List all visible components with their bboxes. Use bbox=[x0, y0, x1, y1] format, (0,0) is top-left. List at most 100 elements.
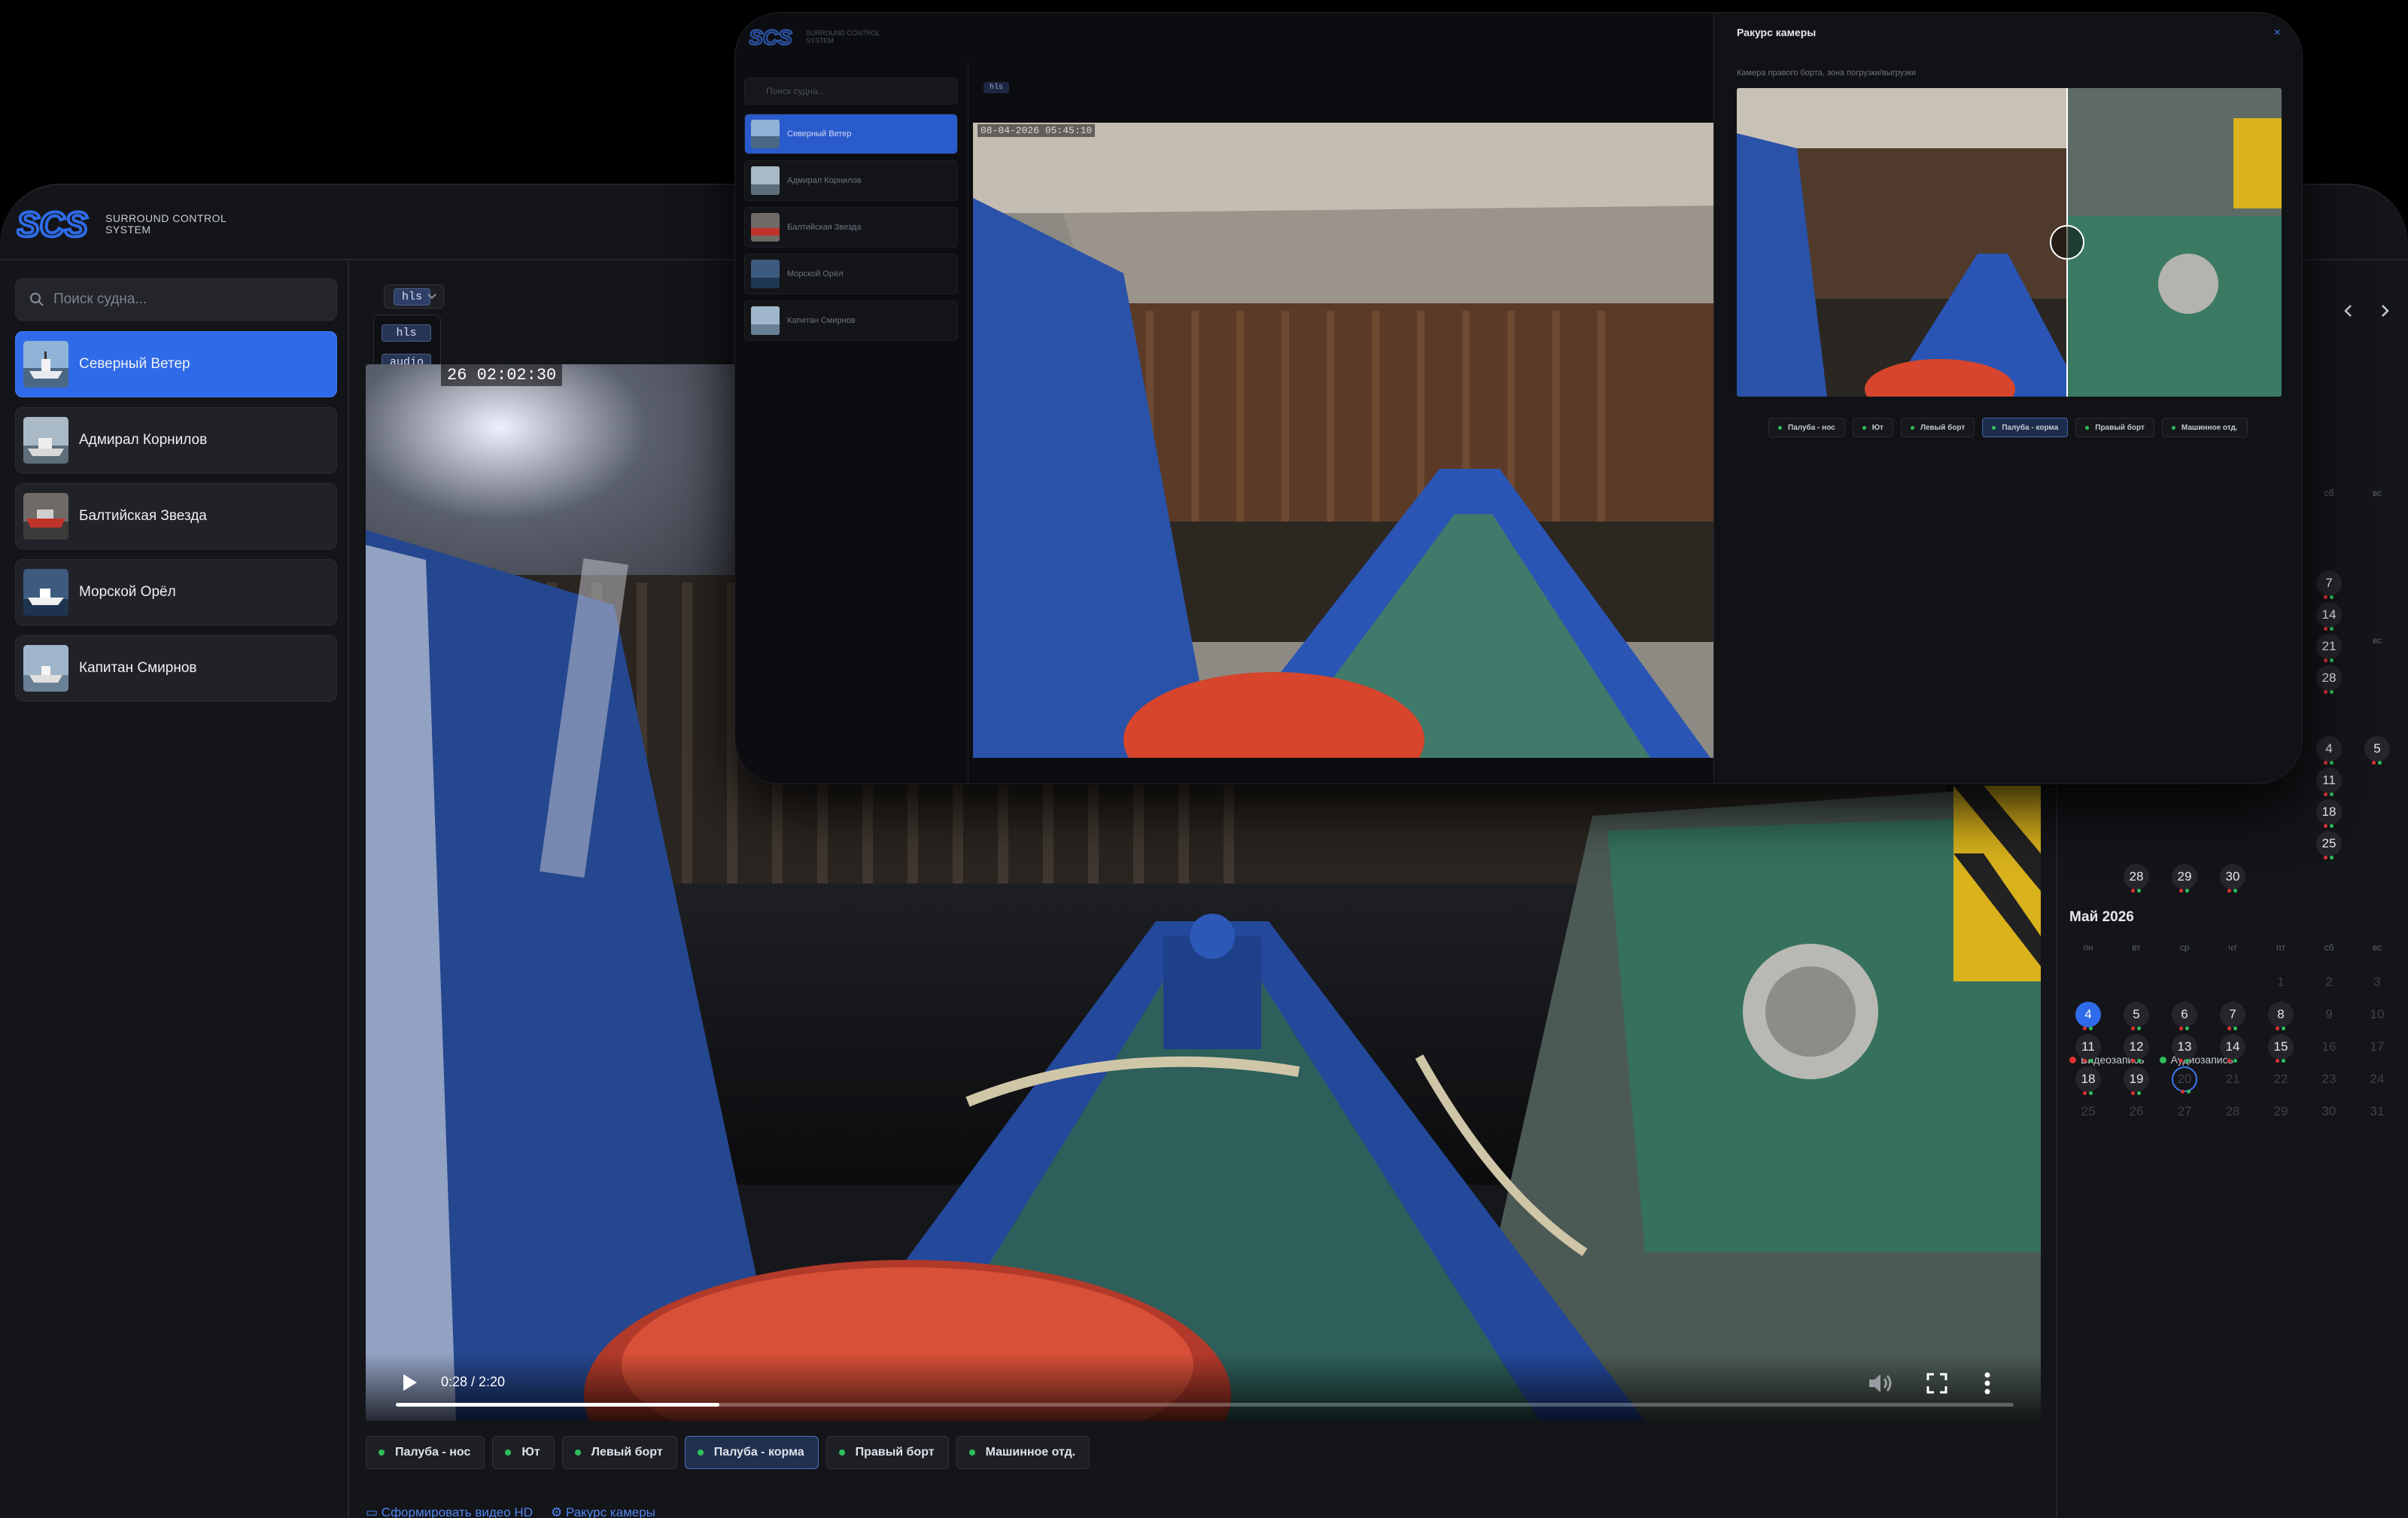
calendar-day[interactable]: 12 bbox=[2124, 1034, 2149, 1063]
overlay-sidebar: Поиск судна... Северный Ветер Адмирал Ко… bbox=[735, 61, 968, 783]
calendar-day[interactable]: 17 bbox=[2364, 1034, 2390, 1060]
modal-camera-engine-room[interactable]: Машинное отд. bbox=[2161, 418, 2248, 437]
overlay-vessel-item[interactable]: Балтийская Звезда bbox=[744, 207, 958, 248]
progress-fill bbox=[396, 1403, 719, 1407]
chevron-left-icon[interactable] bbox=[2337, 300, 2360, 322]
calendar-day[interactable]: 2 bbox=[2316, 969, 2342, 995]
calendar-day[interactable]: 7 bbox=[2220, 1002, 2245, 1030]
modal-camera-port[interactable]: Левый борт bbox=[1900, 418, 1975, 437]
calendar-day[interactable]: 5 bbox=[2364, 736, 2390, 765]
camera-button-starboard[interactable]: Правый борт bbox=[825, 1436, 949, 1469]
vessel-name: Капитан Смирнов bbox=[79, 660, 197, 676]
close-icon[interactable]: × bbox=[2274, 26, 2281, 40]
calendar-day[interactable]: 18 bbox=[2316, 799, 2342, 828]
overlay-vessel-item[interactable]: Адмирал Корнилов bbox=[744, 160, 958, 201]
vessel-thumbnail bbox=[23, 645, 68, 692]
search-input[interactable] bbox=[53, 291, 324, 308]
calendar-day[interactable]: 9 bbox=[2316, 1002, 2342, 1027]
vessel-name: Адмирал Корнилов bbox=[79, 432, 208, 448]
calendar-day[interactable]: 10 bbox=[2364, 1002, 2390, 1027]
svg-text:SCS: SCS bbox=[17, 208, 88, 241]
camera-label: Машинное отд. bbox=[985, 1446, 1076, 1459]
calendar-day[interactable]: 23 bbox=[2316, 1066, 2342, 1092]
camera-angle-link[interactable]: ⚙ Ракурс камеры bbox=[551, 1505, 655, 1518]
overlay-osd-timestamp: 08-04-2026 05:45:10 bbox=[977, 124, 1096, 137]
overlay-vessel-item[interactable]: Северный Ветер bbox=[744, 114, 958, 154]
calendar-day[interactable]: 6 bbox=[2172, 1002, 2197, 1030]
logo-text: SURROUND CONTROL SYSTEM bbox=[105, 212, 227, 236]
vessel-search[interactable] bbox=[15, 278, 337, 321]
calendar-day[interactable]: 20 bbox=[2172, 1066, 2197, 1094]
calendar-day[interactable]: 7 bbox=[2316, 570, 2342, 599]
calendar-day[interactable]: 28 bbox=[2316, 665, 2342, 694]
calendar-day[interactable]: 26 bbox=[2124, 1099, 2149, 1124]
calendar-day[interactable]: 30 bbox=[2316, 1099, 2342, 1124]
modal-camera-deck-stern[interactable]: Палуба - корма bbox=[1982, 418, 2069, 437]
camera-button-deck-stern[interactable]: Палуба - корма bbox=[684, 1436, 819, 1469]
calendar-day[interactable]: 25 bbox=[2075, 1099, 2101, 1124]
generate-video-link[interactable]: ▭ Сформировать видео HD bbox=[366, 1505, 533, 1518]
calendar-day[interactable]: 4 bbox=[2075, 1002, 2101, 1030]
camera-button-engine-room[interactable]: Машинное отд. bbox=[956, 1436, 1090, 1469]
app-logo[interactable]: SCS SURROUND CONTROL SYSTEM bbox=[17, 208, 227, 241]
vessel-item-morskoy-orel[interactable]: Морской Орёл bbox=[15, 559, 337, 625]
calendar-day[interactable]: 29 bbox=[2268, 1099, 2294, 1124]
calendar-day[interactable]: 13 bbox=[2172, 1034, 2197, 1063]
camera-button-port[interactable]: Левый борт bbox=[561, 1436, 677, 1469]
month-title: Май 2026 bbox=[2069, 909, 2134, 925]
calendar-day[interactable]: 16 bbox=[2316, 1034, 2342, 1060]
overlay-search[interactable]: Поиск судна... bbox=[744, 78, 958, 105]
calendar-day[interactable]: 27 bbox=[2172, 1099, 2197, 1124]
calendar-day[interactable]: 5 bbox=[2124, 1002, 2149, 1030]
overlay-video[interactable]: 08-04-2026 05:45:10 bbox=[973, 123, 1725, 758]
vessel-item-kapitan-smirnov[interactable]: Капитан Смирнов bbox=[15, 635, 337, 701]
calendar-day[interactable]: 1 bbox=[2268, 969, 2294, 995]
overlay-vessel-item[interactable]: Морской Орёл bbox=[744, 254, 958, 294]
chevron-down-icon[interactable] bbox=[426, 291, 438, 303]
calendar-day[interactable]: 14 bbox=[2316, 602, 2342, 631]
calendar-day[interactable]: 11 bbox=[2316, 768, 2342, 796]
weekday-label: ср bbox=[2179, 942, 2190, 953]
calendar-day[interactable]: 28 bbox=[2124, 864, 2149, 893]
vessel-item-baltiyskaya-zvezda[interactable]: Балтийская Звезда bbox=[15, 483, 337, 549]
chevron-right-icon[interactable] bbox=[2373, 300, 2396, 322]
split-handle-icon[interactable] bbox=[2050, 225, 2084, 260]
vessel-item-severny-veter[interactable]: Северный Ветер bbox=[15, 331, 337, 397]
play-icon[interactable] bbox=[402, 1373, 418, 1392]
calendar-day[interactable]: 21 bbox=[2316, 634, 2342, 662]
calendar-day[interactable]: 31 bbox=[2364, 1099, 2390, 1124]
calendar-day[interactable]: 21 bbox=[2220, 1066, 2245, 1092]
calendar-day[interactable]: 22 bbox=[2268, 1066, 2294, 1092]
status-dot bbox=[379, 1450, 385, 1456]
overlay-video-frame bbox=[973, 123, 1725, 758]
calendar-day[interactable]: 15 bbox=[2268, 1034, 2294, 1063]
calendar-day[interactable]: 8 bbox=[2268, 1002, 2294, 1030]
vessel-thumbnail bbox=[23, 493, 68, 540]
calendar-day[interactable]: 24 bbox=[2364, 1066, 2390, 1092]
calendar-day[interactable]: 11 bbox=[2075, 1034, 2101, 1063]
calendar-day[interactable]: 28 bbox=[2220, 1099, 2245, 1124]
overlay-stream-tag[interactable]: hls bbox=[984, 82, 1010, 93]
calendar-day[interactable]: 18 bbox=[2075, 1066, 2101, 1095]
calendar-day[interactable]: 29 bbox=[2172, 864, 2197, 893]
overlay-vessel-item[interactable]: Капитан Смирнов bbox=[744, 300, 958, 341]
calendar-day[interactable]: 30 bbox=[2220, 864, 2245, 893]
modal-camera-deck-bow[interactable]: Палуба - нос bbox=[1768, 418, 1845, 437]
calendar-day[interactable]: 14 bbox=[2220, 1034, 2245, 1063]
calendar-day[interactable]: 25 bbox=[2316, 831, 2342, 859]
scs-logo-icon: SCS bbox=[749, 26, 793, 47]
stream-option-hls[interactable]: hls bbox=[382, 324, 431, 342]
fullscreen-icon[interactable] bbox=[1926, 1373, 1947, 1394]
more-options-icon[interactable] bbox=[1984, 1371, 1991, 1395]
vessel-item-admiral-kornilov[interactable]: Адмирал Корнилов bbox=[15, 407, 337, 473]
progress-bar[interactable] bbox=[396, 1403, 2014, 1407]
camera-compare-view[interactable] bbox=[1737, 88, 2282, 397]
calendar-day[interactable]: 3 bbox=[2364, 969, 2390, 995]
camera-button-deck-bow[interactable]: Палуба - нос bbox=[366, 1436, 485, 1469]
modal-camera-starboard[interactable]: Правый борт bbox=[2075, 418, 2154, 437]
camera-button-stern[interactable]: Ют bbox=[492, 1436, 555, 1469]
volume-icon[interactable] bbox=[1868, 1373, 1893, 1394]
calendar-day[interactable]: 4 bbox=[2316, 736, 2342, 765]
calendar-day[interactable]: 19 bbox=[2124, 1066, 2149, 1095]
modal-camera-stern[interactable]: Ют bbox=[1852, 418, 1893, 437]
